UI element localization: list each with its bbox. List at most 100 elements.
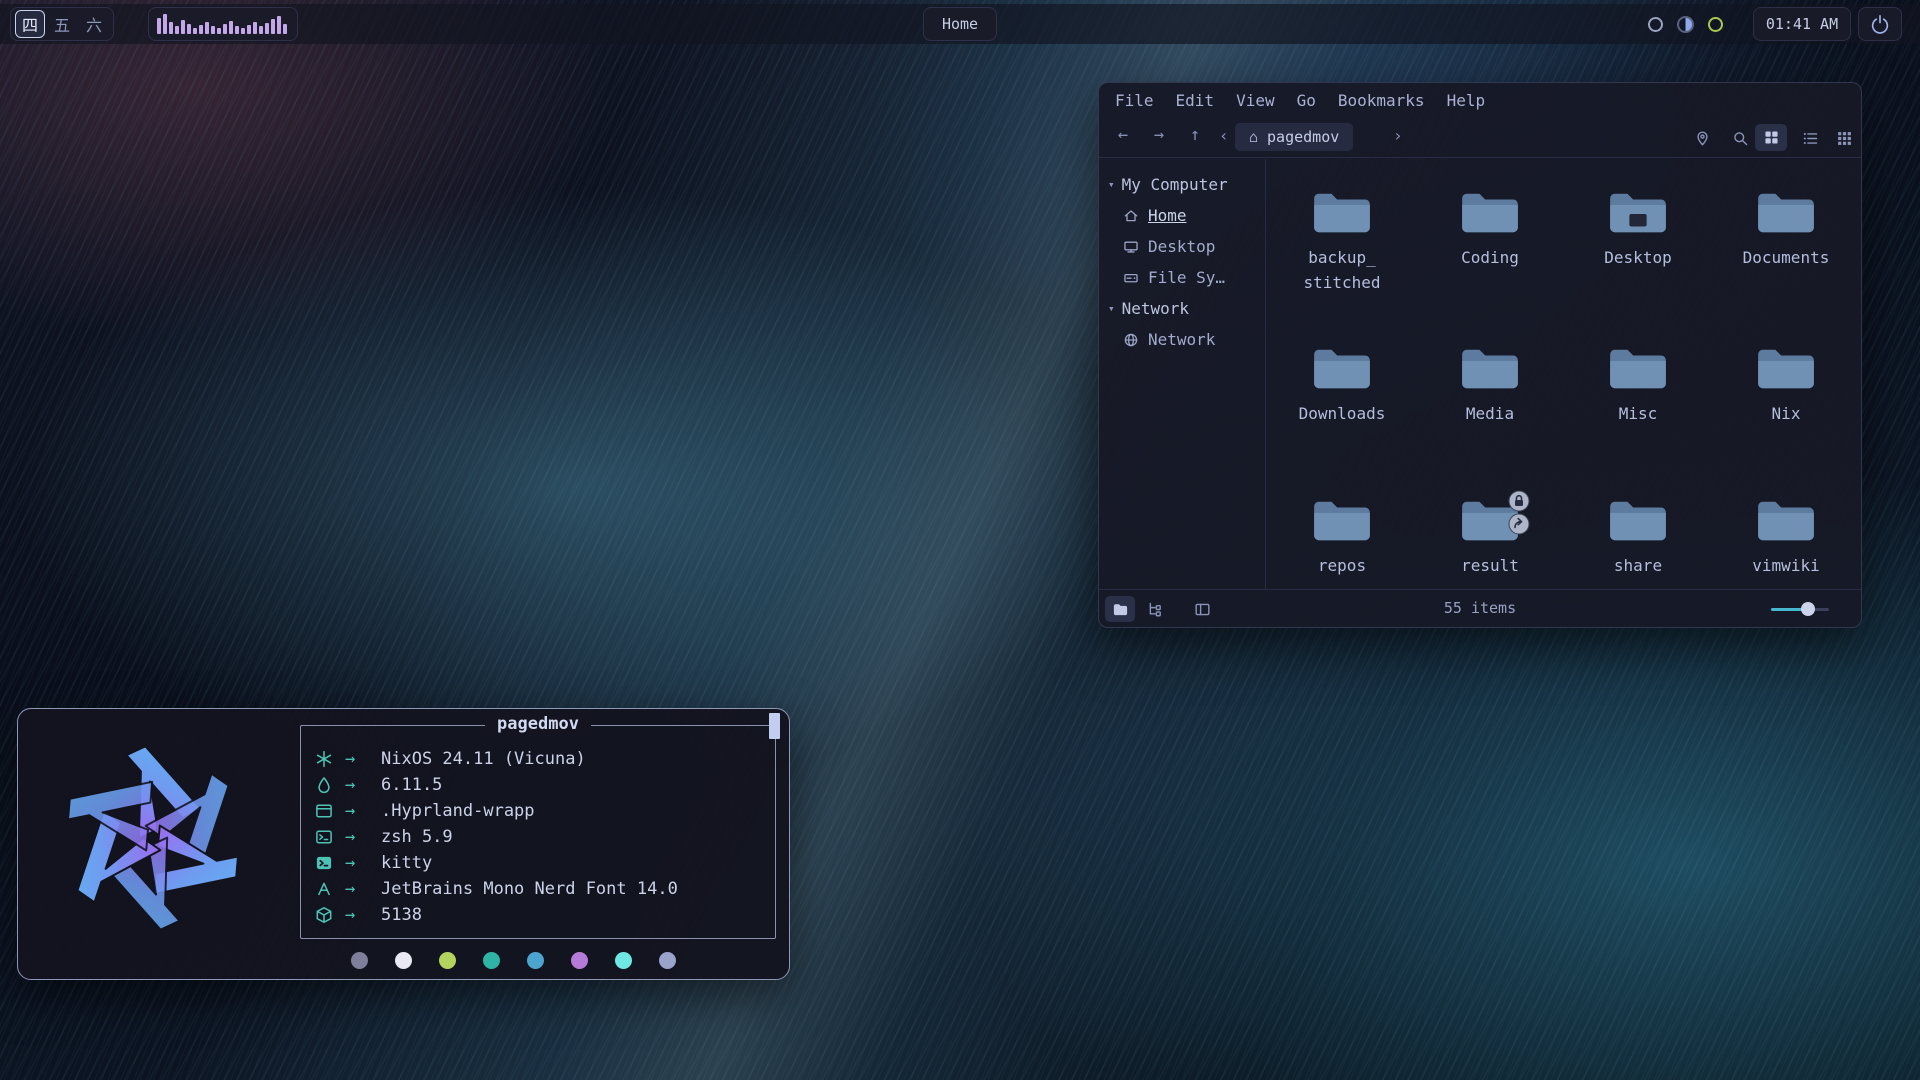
sidebar-section-label: My Computer <box>1122 175 1228 194</box>
sidebar-item-network[interactable]: Network <box>1099 324 1265 355</box>
zoom-slider[interactable] <box>1771 601 1829 617</box>
terminal-cursor <box>769 713 780 739</box>
file-icon-wrap <box>1755 497 1817 545</box>
grid-view-icon <box>1763 129 1780 146</box>
file-label: Desktop <box>1604 245 1671 270</box>
workspaces-module: 四五六 <box>10 7 114 41</box>
grid-view-button[interactable] <box>1755 124 1787 151</box>
arrow-icon: → <box>345 827 381 847</box>
sidebar-section-my-computer[interactable]: ▾My Computer <box>1099 169 1265 200</box>
system-info-rows: →NixOS 24.11 (Vicuna)→6.11.5→.Hyprland-w… <box>315 746 767 928</box>
workspace-button[interactable]: 五 <box>47 10 77 38</box>
focused-window-title[interactable]: Home <box>923 7 997 41</box>
visualizer-bar <box>181 20 185 34</box>
globe-icon <box>1123 332 1139 348</box>
visualizer-bar <box>265 23 269 34</box>
list-view-button[interactable] <box>1799 127 1821 149</box>
palette-dot <box>351 952 368 969</box>
file-item-coding[interactable]: Coding <box>1416 189 1564 270</box>
nixos-logo <box>46 731 260 945</box>
slider-knob[interactable] <box>1801 602 1815 616</box>
file-item-result[interactable]: result <box>1416 497 1564 578</box>
folder-icon <box>1311 345 1373 393</box>
half-circle-icon[interactable] <box>1677 16 1694 33</box>
file-item-backup_stitched[interactable]: backup_stitched <box>1268 189 1416 295</box>
file-icon-wrap <box>1607 189 1669 237</box>
palette-dot <box>615 952 632 969</box>
circle-outline-green-icon[interactable] <box>1708 17 1723 32</box>
fetch-row-kernel-droplet: →6.11.5 <box>315 772 767 798</box>
sidebar-item-label: Desktop <box>1148 237 1215 256</box>
items-count-label: 55 items <box>1099 599 1861 617</box>
visualizer-bar <box>175 26 179 34</box>
apps-grid-button[interactable] <box>1833 127 1855 149</box>
visualizer-bar <box>187 24 191 34</box>
sidebar-item-home[interactable]: Home <box>1099 200 1265 231</box>
file-item-downloads[interactable]: Downloads <box>1268 345 1416 426</box>
search-button[interactable] <box>1729 127 1751 149</box>
wm-window-icon <box>315 802 333 820</box>
workspace-button[interactable]: 四 <box>15 10 45 38</box>
fetch-row-value: zsh 5.9 <box>381 827 453 847</box>
file-item-repos[interactable]: repos <box>1268 497 1416 578</box>
menu-go[interactable]: Go <box>1297 91 1316 110</box>
file-icon-wrap <box>1755 189 1817 237</box>
audio-visualizer <box>148 7 298 41</box>
location-pin-button[interactable] <box>1691 127 1713 149</box>
file-item-nix[interactable]: Nix <box>1712 345 1860 426</box>
sidebar-item-filesy[interactable]: File Sy… <box>1099 262 1265 293</box>
sidebar-item-desktop[interactable]: Desktop <box>1099 231 1265 262</box>
hostname-label: pagedmov <box>485 714 591 734</box>
breadcrumb-next-icon[interactable]: › <box>1393 126 1403 145</box>
workspace-button[interactable]: 六 <box>79 10 109 38</box>
file-icon-wrap <box>1607 345 1669 393</box>
file-item-vimwiki[interactable]: vimwiki <box>1712 497 1860 578</box>
sidebar-section-network[interactable]: ▾Network <box>1099 293 1265 324</box>
home-icon <box>1123 208 1139 224</box>
menu-view[interactable]: View <box>1236 91 1275 110</box>
file-icon-wrap <box>1311 497 1373 545</box>
visualizer-bar <box>277 16 281 34</box>
file-item-media[interactable]: Media <box>1416 345 1564 426</box>
visualizer-bar <box>211 26 215 34</box>
breadcrumb-path-label: pagedmov <box>1267 128 1339 146</box>
fetch-row-nix-snowflake: →NixOS 24.11 (Vicuna) <box>315 746 767 772</box>
fetch-row-font-letter: →JetBrains Mono Nerd Font 14.0 <box>315 876 767 902</box>
fetch-row-wm-window: →.Hyprland-wrapp <box>315 798 767 824</box>
file-item-desktop[interactable]: Desktop <box>1564 189 1712 270</box>
visualizer-bar <box>283 24 287 34</box>
monitor-icon <box>1123 239 1139 255</box>
power-button[interactable] <box>1858 7 1902 41</box>
breadcrumb[interactable]: ⌂ pagedmov <box>1235 123 1353 151</box>
circle-outline-icon[interactable] <box>1648 17 1663 32</box>
file-manager-body: ▾My ComputerHomeDesktopFile Sy…▾NetworkN… <box>1099 159 1861 589</box>
forward-button[interactable]: → <box>1147 125 1171 145</box>
menu-edit[interactable]: Edit <box>1176 91 1215 110</box>
visualizer-bar <box>235 26 239 34</box>
back-button[interactable]: ← <box>1111 125 1135 145</box>
palette-dot <box>527 952 544 969</box>
palette-dot <box>395 952 412 969</box>
arrow-icon: → <box>345 879 381 899</box>
visualizer-bar <box>199 25 203 34</box>
breadcrumb-prev-icon[interactable]: ‹ <box>1219 126 1229 145</box>
arrow-icon: → <box>345 775 381 795</box>
file-item-misc[interactable]: Misc <box>1564 345 1712 426</box>
file-item-share[interactable]: share <box>1564 497 1712 578</box>
file-manager-window: File Edit View Go Bookmarks Help ← → ↑ ‹ ⌂ page… <box>1098 82 1862 628</box>
menu-bookmarks[interactable]: Bookmarks <box>1338 91 1425 110</box>
up-button[interactable]: ↑ <box>1183 125 1207 145</box>
menu-help[interactable]: Help <box>1447 91 1486 110</box>
file-item-documents[interactable]: Documents <box>1712 189 1860 270</box>
menu-bar: File Edit View Go Bookmarks Help <box>1099 83 1861 117</box>
fetch-row-package-cube: →5138 <box>315 902 767 928</box>
menu-file[interactable]: File <box>1115 91 1154 110</box>
font-letter-icon <box>315 880 333 898</box>
clock-widget: 01:41 AM <box>1753 7 1851 41</box>
folder-icon <box>1755 189 1817 237</box>
system-tray <box>1638 7 1733 41</box>
lock-emblem-icon <box>1508 490 1530 512</box>
arrow-icon: → <box>345 801 381 821</box>
terminal-icon <box>315 854 333 872</box>
folder-icon <box>1607 497 1669 545</box>
